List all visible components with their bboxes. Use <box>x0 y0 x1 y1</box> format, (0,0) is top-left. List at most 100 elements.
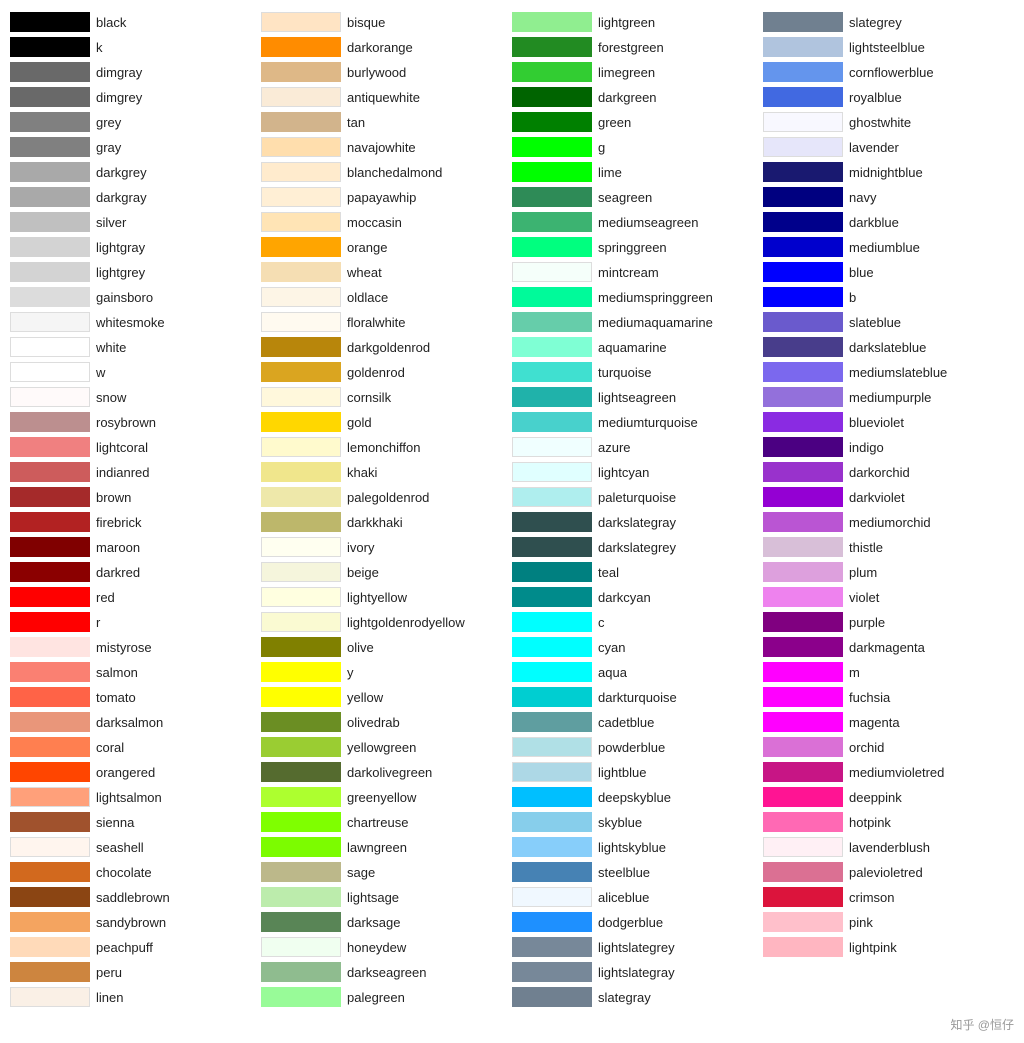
color-swatch <box>763 912 843 932</box>
color-name-label: cornflowerblue <box>849 65 934 80</box>
color-swatch <box>763 337 843 357</box>
color-name-label: skyblue <box>598 815 642 830</box>
color-name-label: navy <box>849 190 876 205</box>
color-name-label: coral <box>96 740 124 755</box>
color-row: dimgrey <box>10 85 261 109</box>
color-swatch <box>261 337 341 357</box>
color-row: honeydew <box>261 935 512 959</box>
color-row: darkkhaki <box>261 510 512 534</box>
color-row: palegoldenrod <box>261 485 512 509</box>
color-row: thistle <box>763 535 1014 559</box>
color-row: darkcyan <box>512 585 763 609</box>
color-name-label: grey <box>96 115 121 130</box>
color-swatch <box>763 312 843 332</box>
color-name-label: darkcyan <box>598 590 651 605</box>
color-swatch <box>261 862 341 882</box>
color-name-label: royalblue <box>849 90 902 105</box>
color-swatch <box>261 912 341 932</box>
color-row: darkslategray <box>512 510 763 534</box>
color-row: magenta <box>763 710 1014 734</box>
color-row: firebrick <box>10 510 261 534</box>
color-name-label: yellowgreen <box>347 740 416 755</box>
color-row: lavender <box>763 135 1014 159</box>
color-swatch <box>512 762 592 782</box>
color-row: lightblue <box>512 760 763 784</box>
color-name-label: olive <box>347 640 374 655</box>
color-name-label: palevioletred <box>849 865 923 880</box>
color-swatch <box>261 137 341 157</box>
color-name-label: saddlebrown <box>96 890 170 905</box>
color-row: rosybrown <box>10 410 261 434</box>
color-name-label: blueviolet <box>849 415 904 430</box>
color-name-label: pink <box>849 915 873 930</box>
color-swatch <box>261 812 341 832</box>
color-swatch <box>763 112 843 132</box>
color-row: yellowgreen <box>261 735 512 759</box>
color-row: lightslategrey <box>512 935 763 959</box>
color-row: palevioletred <box>763 860 1014 884</box>
color-row: deepskyblue <box>512 785 763 809</box>
color-row: gray <box>10 135 261 159</box>
color-swatch <box>261 212 341 232</box>
color-name-label: mistyrose <box>96 640 152 655</box>
color-row: paleturquoise <box>512 485 763 509</box>
color-swatch <box>261 987 341 1007</box>
color-name-label: moccasin <box>347 215 402 230</box>
color-row: burlywood <box>261 60 512 84</box>
color-row: yellow <box>261 685 512 709</box>
color-name-label: mediumaquamarine <box>598 315 713 330</box>
color-swatch <box>763 812 843 832</box>
color-swatch <box>261 87 341 107</box>
color-name-label: aqua <box>598 665 627 680</box>
color-name-label: deepskyblue <box>598 790 671 805</box>
color-swatch <box>512 412 592 432</box>
watermark: 知乎 @恒仔 <box>10 1016 1014 1033</box>
color-row: olivedrab <box>261 710 512 734</box>
color-name-label: palegoldenrod <box>347 490 429 505</box>
color-row: darksalmon <box>10 710 261 734</box>
color-swatch <box>763 587 843 607</box>
color-name-label: lavenderblush <box>849 840 930 855</box>
color-swatch <box>261 512 341 532</box>
color-swatch <box>512 962 592 982</box>
color-swatch <box>10 962 90 982</box>
color-row: darkgoldenrod <box>261 335 512 359</box>
color-name-label: yellow <box>347 690 383 705</box>
color-row: greenyellow <box>261 785 512 809</box>
color-row: gold <box>261 410 512 434</box>
color-row: mintcream <box>512 260 763 284</box>
color-swatch <box>512 837 592 857</box>
color-row: k <box>10 35 261 59</box>
color-row: snow <box>10 385 261 409</box>
color-name-label: darkorange <box>347 40 413 55</box>
color-row: lightslategray <box>512 960 763 984</box>
color-swatch <box>512 537 592 557</box>
color-name-label: indigo <box>849 440 884 455</box>
color-row: powderblue <box>512 735 763 759</box>
color-row: lightpink <box>763 935 1014 959</box>
color-swatch <box>10 662 90 682</box>
color-swatch <box>10 687 90 707</box>
color-row: coral <box>10 735 261 759</box>
color-name-label: seagreen <box>598 190 652 205</box>
color-swatch <box>10 412 90 432</box>
color-row: darkviolet <box>763 485 1014 509</box>
color-row: mistyrose <box>10 635 261 659</box>
color-row: palegreen <box>261 985 512 1009</box>
color-row: darkorchid <box>763 460 1014 484</box>
color-row: darkolivegreen <box>261 760 512 784</box>
color-row: skyblue <box>512 810 763 834</box>
color-row: darkred <box>10 560 261 584</box>
color-name-label: midnightblue <box>849 165 923 180</box>
color-row: dimgray <box>10 60 261 84</box>
color-name-label: bisque <box>347 15 385 30</box>
color-name-label: slategrey <box>849 15 902 30</box>
color-swatch <box>261 887 341 907</box>
color-row: lawngreen <box>261 835 512 859</box>
color-name-label: darkred <box>96 565 140 580</box>
color-swatch <box>10 887 90 907</box>
color-name-label: springgreen <box>598 240 667 255</box>
color-swatch <box>512 187 592 207</box>
color-name-label: lime <box>598 165 622 180</box>
color-name-label: darkkhaki <box>347 515 403 530</box>
